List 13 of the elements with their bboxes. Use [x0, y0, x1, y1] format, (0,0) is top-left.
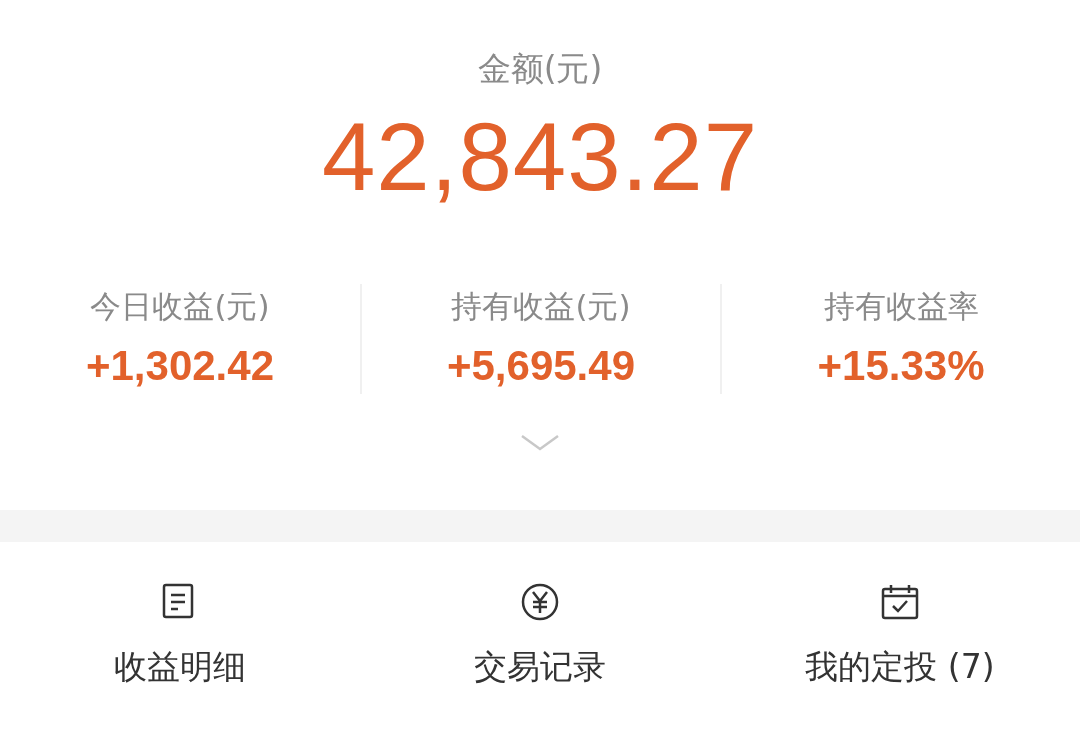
balance-amount: 42,843.27 [321, 102, 759, 212]
stat-value: +5,695.49 [447, 341, 635, 391]
stat-value: +1,302.42 [86, 341, 274, 391]
stat-label: 今日收益(元) [90, 287, 270, 326]
yen-coin-icon[interactable] [520, 582, 560, 622]
stat-value: +15.33% [817, 341, 985, 391]
stat-label: 持有收益率 [823, 287, 979, 326]
stat-label: 持有收益(元) [451, 287, 631, 326]
balance-label: 金额(元) [477, 48, 603, 90]
action-label[interactable]: 收益明细 [114, 644, 246, 690]
action-label[interactable]: 我的定投 (7) [805, 644, 995, 690]
action-label[interactable]: 交易记录 [474, 644, 606, 690]
calendar-check-icon[interactable] [880, 582, 920, 622]
